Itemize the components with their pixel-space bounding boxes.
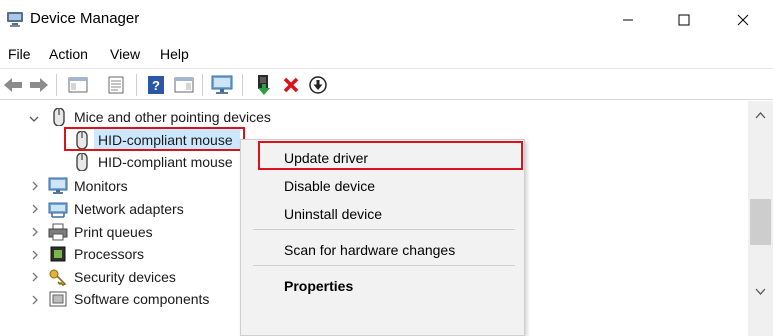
processor-icon — [50, 246, 66, 262]
download-button[interactable] — [306, 73, 330, 97]
toolbar-separator — [136, 74, 137, 96]
chevron-right-icon[interactable] — [30, 250, 40, 260]
menu-separator — [253, 265, 515, 266]
tree-category-security-devices[interactable]: Security devices — [74, 269, 176, 285]
properties-view-button[interactable] — [66, 73, 90, 97]
tree-category-software-components[interactable]: Software components — [74, 291, 209, 307]
minimize-icon — [623, 19, 633, 21]
scroll-down-icon[interactable] — [755, 288, 766, 296]
menu-action[interactable]: Action — [49, 46, 88, 62]
menu-item-properties[interactable]: Properties — [284, 278, 353, 294]
menu-view[interactable]: View — [110, 46, 140, 62]
window-title: Device Manager — [30, 10, 140, 27]
uninstall-button[interactable] — [279, 73, 303, 97]
chevron-right-icon[interactable] — [30, 204, 40, 214]
console-tree-button[interactable] — [104, 73, 128, 97]
back-button[interactable] — [1, 73, 25, 97]
network-adapter-icon — [48, 202, 68, 218]
security-key-icon — [49, 269, 67, 286]
menu-item-disable-device[interactable]: Disable device — [284, 178, 375, 194]
close-button[interactable] — [716, 0, 770, 40]
uninstall-icon — [283, 77, 299, 93]
chevron-right-icon[interactable] — [30, 181, 40, 191]
monitor-icon — [48, 177, 68, 194]
svg-text:?: ? — [152, 78, 160, 93]
chevron-right-icon[interactable] — [30, 272, 40, 282]
tree-device-mouse-2[interactable]: HID-compliant mouse — [98, 154, 233, 170]
mouse-icon — [53, 108, 65, 126]
scrollbar-thumb[interactable] — [750, 199, 771, 245]
properties-view-icon — [68, 77, 88, 93]
toolbar: ? — [0, 68, 773, 100]
maximize-icon — [678, 14, 690, 26]
highlight-box-selected-device — [64, 127, 245, 151]
menu-separator — [253, 229, 515, 230]
maximize-button[interactable] — [657, 0, 711, 40]
tree-category-print-queues[interactable]: Print queues — [74, 224, 153, 240]
action-pane-button[interactable] — [172, 73, 196, 97]
chevron-right-icon[interactable] — [30, 227, 40, 237]
help-icon: ? — [148, 76, 164, 94]
menu-item-scan-hardware[interactable]: Scan for hardware changes — [284, 242, 455, 258]
toolbar-separator — [56, 74, 57, 96]
software-component-icon — [49, 291, 67, 307]
scan-monitor-icon — [211, 75, 233, 94]
download-icon — [309, 76, 327, 94]
scan-monitor-button[interactable] — [210, 73, 234, 97]
tree-category-network-adapters[interactable]: Network adapters — [74, 201, 184, 217]
chevron-right-icon[interactable] — [30, 295, 40, 305]
title-bar: Device Manager — [0, 0, 773, 40]
printer-icon — [48, 223, 68, 241]
mouse-icon — [76, 153, 88, 171]
help-button[interactable]: ? — [144, 73, 168, 97]
toolbar-separator — [242, 74, 243, 96]
tree-category-processors[interactable]: Processors — [74, 246, 144, 262]
close-icon — [737, 14, 749, 26]
update-driver-button[interactable] — [252, 73, 276, 97]
menu-file[interactable]: File — [8, 46, 31, 62]
console-tree-icon — [108, 76, 124, 94]
chevron-down-icon[interactable] — [29, 114, 39, 124]
back-icon — [4, 78, 22, 92]
menu-help[interactable]: Help — [160, 46, 189, 62]
forward-icon — [30, 78, 48, 92]
tree-category-monitors[interactable]: Monitors — [74, 178, 128, 194]
device-manager-icon — [7, 12, 23, 27]
menu-item-uninstall-device[interactable]: Uninstall device — [284, 206, 382, 222]
scroll-up-icon[interactable] — [755, 111, 766, 119]
menu-bar: File Action View Help — [0, 40, 773, 68]
action-pane-icon — [174, 77, 194, 93]
highlight-box-update-driver — [258, 141, 523, 170]
toolbar-separator — [202, 74, 203, 96]
minimize-button[interactable] — [601, 0, 655, 40]
tree-category-mice[interactable]: Mice and other pointing devices — [74, 109, 271, 125]
update-driver-icon — [258, 75, 270, 95]
forward-button[interactable] — [27, 73, 51, 97]
